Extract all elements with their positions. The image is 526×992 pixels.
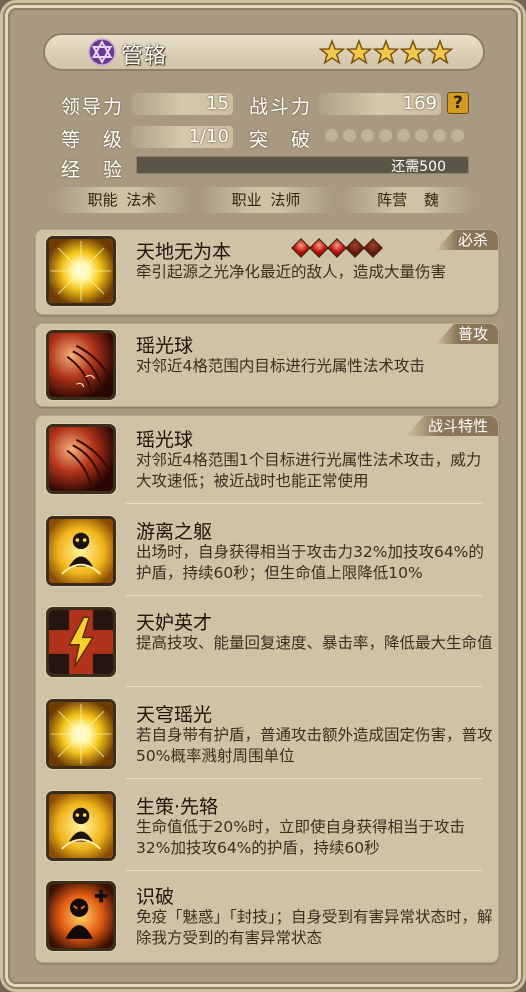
trait-desc: 若自身带有护盾，普通攻击额外造成固定伤害，普攻50%概率溅射周围单位 <box>136 726 493 765</box>
combat-traits-card: 战斗特性 瑶光球 对邻近4格范围1个目标进行光属性法术攻击，威力大攻速低；被近战… <box>35 415 499 963</box>
normal-attack-desc: 对邻近4格范围内目标进行光属性法术攻击 <box>136 357 425 375</box>
breakthrough-dot <box>360 128 375 143</box>
ultimate-skill[interactable]: 天地无为本 牵引起源之光净化最近的敌人，造成大量伤害 <box>46 233 494 323</box>
immunity-figure-icon <box>46 881 116 951</box>
hero-detail-panel: 管辂 领导力 15 战斗力 169 ? 等 级 1/10 突 破 经 验 还需5… <box>0 0 526 992</box>
class-tag-value: 法师 <box>270 191 301 209</box>
normal-attack-card: 普攻 瑶光球 对邻近4格范围内目标进行光属性法术攻击 <box>35 323 499 407</box>
breakthrough-dot <box>396 128 411 143</box>
gem-icon <box>309 238 329 258</box>
breakthrough-dot <box>378 128 393 143</box>
trait-item[interactable]: 瑶光球 对邻近4格范围1个目标进行光属性法术攻击，威力大攻速低；被近战时也能正常… <box>46 421 494 511</box>
trait-name: 识破 <box>136 886 175 908</box>
normal-attack-name: 瑶光球 <box>136 335 194 357</box>
gem-icon <box>345 238 365 258</box>
ultimate-skill-card: 必杀 天地无为本 牵引起源之光净化最近的敌人，造成大量伤害 <box>35 229 499 315</box>
camp-tag: 阵营 魏 <box>341 187 475 213</box>
leadership-label: 领导力 <box>61 96 125 118</box>
trait-item[interactable]: 游离之躯 出场时，自身获得相当于攻击力32%加技攻64%的护盾，持续60秒；但生… <box>46 513 494 603</box>
trait-desc: 生命值低于20%时，立即使自身获得相当于攻击32%加技攻64%的护盾，持续60秒 <box>136 818 465 857</box>
divider <box>126 595 482 596</box>
gem-icon <box>291 238 311 258</box>
breakthrough-dot <box>450 128 465 143</box>
hero-name: 管辂 <box>121 44 168 69</box>
job-tag-value: 法术 <box>126 191 157 209</box>
radiant-sun-icon <box>46 699 116 769</box>
trait-item[interactable]: 识破 免疫「魅惑」「封技」；自身受到有害异常状态时，解除我方受到的有害异常状态 <box>46 878 494 968</box>
trait-name: 瑶光球 <box>136 429 194 451</box>
light-orb-icon <box>46 424 116 494</box>
camp-tag-value: 魏 <box>423 191 439 209</box>
trait-desc: 免疫「魅惑」「封技」；自身受到有害异常状态时，解除我方受到的有害异常状态 <box>136 908 493 947</box>
star-icon <box>427 39 453 65</box>
level-value: 1/10 <box>188 126 229 147</box>
level-label: 等 级 <box>61 129 125 151</box>
help-button[interactable]: ? <box>447 92 469 114</box>
light-orb-icon <box>46 330 116 400</box>
divider <box>126 686 482 687</box>
divider <box>126 870 482 871</box>
normal-attack-skill[interactable]: 瑶光球 对邻近4格范围内目标进行光属性法术攻击 <box>46 327 494 417</box>
hero-header: 管辂 <box>43 33 485 71</box>
hexagram-icon <box>88 38 116 66</box>
trait-desc: 提高技攻、能量回复速度、暴击率，降低最大生命值 <box>136 634 493 652</box>
breakthrough-label: 突 破 <box>249 129 313 151</box>
exp-label: 经 验 <box>61 159 125 181</box>
skill-rank-gems <box>291 238 383 258</box>
gem-icon <box>363 238 383 258</box>
trait-item[interactable]: 天穹瑶光 若自身带有护盾，普通攻击额外造成固定伤害，普攻50%概率溅射周围单位 <box>46 696 494 786</box>
breakthrough-dot <box>414 128 429 143</box>
breakthrough-dots <box>324 128 465 143</box>
gem-icon <box>327 238 347 258</box>
ultimate-skill-name: 天地无为本 <box>136 241 232 263</box>
power-label: 战斗力 <box>249 96 313 118</box>
breakthrough-dot <box>432 128 447 143</box>
trait-name: 天穹瑶光 <box>136 704 213 726</box>
trait-desc: 出场时，自身获得相当于攻击力32%加技攻64%的护盾，持续60秒；但生命值上限降… <box>136 543 484 582</box>
trait-name: 生策·先辂 <box>136 796 219 818</box>
star-icon <box>400 39 426 65</box>
camp-tag-label: 阵营 <box>377 191 408 209</box>
shield-figure-icon <box>46 516 116 586</box>
class-tag: 职业 法师 <box>199 187 333 213</box>
divider <box>126 503 482 504</box>
star-icon <box>346 39 372 65</box>
lightning-icon <box>46 607 116 677</box>
trait-name: 天妒英才 <box>136 612 213 634</box>
job-tag: 职能 法术 <box>53 187 191 213</box>
trait-name: 游离之躯 <box>136 521 213 543</box>
exp-remaining: 还需500 <box>391 159 446 175</box>
trait-desc: 对邻近4格范围1个目标进行光属性法术攻击，威力大攻速低；被近战时也能正常使用 <box>136 451 482 490</box>
trait-item[interactable]: 生策·先辂 生命值低于20%时，立即使自身获得相当于攻击32%加技攻64%的护盾… <box>46 788 494 878</box>
radiant-sun-icon <box>46 236 116 306</box>
job-tag-label: 职能 <box>87 191 118 209</box>
shield-figure-icon <box>46 791 116 861</box>
ultimate-skill-desc: 牵引起源之光净化最近的敌人，造成大量伤害 <box>136 263 447 281</box>
star-rating <box>319 39 453 65</box>
power-value: 169 <box>402 93 437 114</box>
exp-bar: 还需500 <box>136 156 469 175</box>
leadership-value: 15 <box>206 93 229 114</box>
star-icon <box>319 39 345 65</box>
breakthrough-dot <box>342 128 357 143</box>
star-icon <box>373 39 399 65</box>
trait-item[interactable]: 天妒英才 提高技攻、能量回复速度、暴击率，降低最大生命值 <box>46 604 494 694</box>
divider <box>126 778 482 779</box>
class-tag-label: 职业 <box>231 191 262 209</box>
breakthrough-dot <box>324 128 339 143</box>
